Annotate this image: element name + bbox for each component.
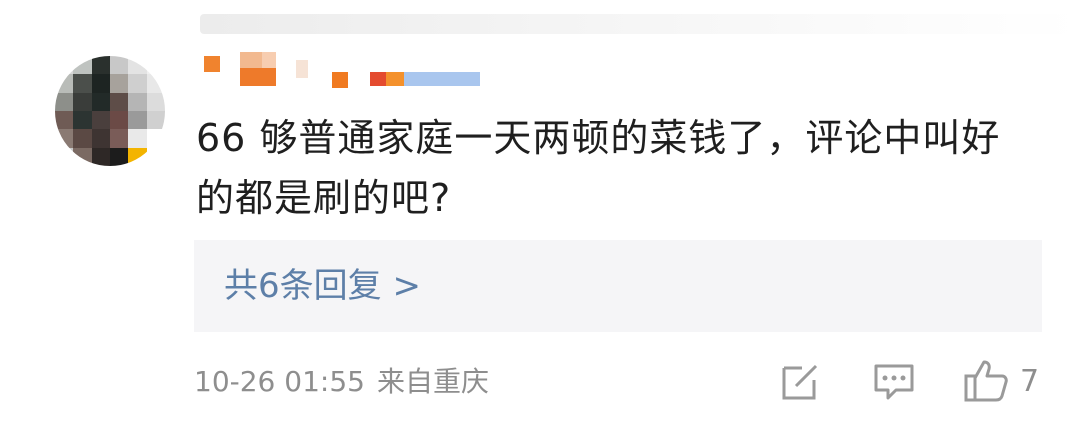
share-icon[interactable] xyxy=(776,358,824,406)
replies-panel[interactable]: 共6条回复 > xyxy=(194,240,1042,332)
like-count: 7 xyxy=(1020,364,1040,399)
comment-meta: 10-26 01:55 来自重庆 xyxy=(194,360,489,404)
username-pixelated[interactable] xyxy=(200,52,500,92)
thumbs-up-icon[interactable] xyxy=(962,356,1010,404)
comment-icon[interactable] xyxy=(870,358,918,406)
previous-item-edge xyxy=(200,14,1080,34)
comment-card: 66 够普通家庭一天两顿的菜钱了，评论中叫好的都是刷的吧? 共6条回复 > 10… xyxy=(0,0,1080,426)
view-replies-link[interactable]: 共6条回复 > xyxy=(224,264,421,308)
avatar[interactable] xyxy=(55,56,165,166)
comment-text: 66 够普通家庭一天两顿的菜钱了，评论中叫好的都是刷的吧? xyxy=(196,116,1001,220)
comment-timestamp: 10-26 01:55 xyxy=(194,365,365,398)
comment-location: 来自重庆 xyxy=(376,365,489,398)
